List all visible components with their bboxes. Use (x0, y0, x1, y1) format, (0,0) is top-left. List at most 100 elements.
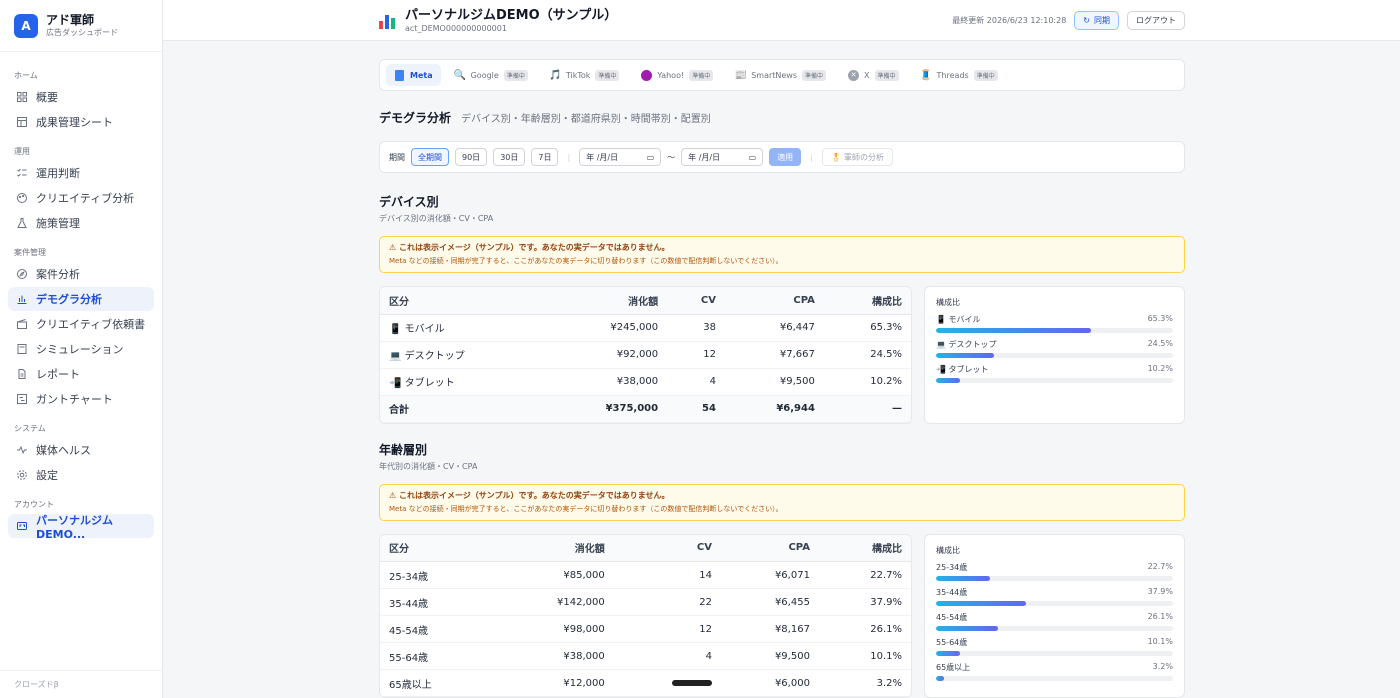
sidebar-item-label: 媒体ヘルス (36, 444, 91, 457)
table-cell: 📱 モバイル (380, 314, 544, 342)
table-cell: 10.2% (823, 368, 911, 396)
media-tab[interactable]: 🎵 TikTok 準備中 (542, 64, 628, 86)
sidebar-item[interactable]: ガントチャート (8, 387, 154, 411)
period-preset-button[interactable]: 30日 (493, 148, 526, 166)
composition-row: 35-44歳 37.9% (936, 587, 1173, 598)
brand[interactable]: A アド軍師 広告ダッシュボード (0, 0, 162, 52)
media-tab[interactable]: Yahoo! 準備中 (633, 64, 721, 86)
composition-row: 45-54歳 26.1% (936, 612, 1173, 623)
composition-bar-fill (936, 650, 960, 656)
column-header[interactable]: 消化額 (492, 534, 614, 562)
composition-bar-fill (936, 378, 961, 383)
pulse-icon (16, 444, 28, 456)
composition-item: 35-44歳 37.9% (936, 587, 1173, 606)
medal-icon: 🎖 (830, 152, 842, 162)
table-cell: 12 (667, 341, 725, 369)
sidebar-item[interactable]: 概要 (8, 85, 154, 109)
apply-button[interactable]: 適用 (769, 148, 802, 166)
column-header[interactable]: 構成比 (818, 534, 911, 562)
table-cell: 65歳以上 (380, 669, 493, 697)
brand-logo: A (14, 13, 38, 38)
table-total-row: 合計 ¥375,000 54 ¥6,944— (380, 395, 911, 423)
status-badge: 準備中 (503, 69, 528, 81)
sidebar-item[interactable]: 案件分析 (8, 262, 154, 286)
composition-bar-fill (936, 625, 998, 631)
bar-chart-icon (16, 293, 28, 305)
period-preset-button[interactable]: 全期間 (411, 148, 449, 166)
flask-icon (16, 217, 28, 229)
column-header[interactable]: CV (667, 287, 725, 315)
composition-title: 構成比 (936, 545, 960, 555)
sync-button[interactable]: ↻ 同期 (1074, 10, 1119, 30)
composition-row: 💻 デスクトップ 24.5% (936, 339, 1173, 350)
composition-bar-track (936, 625, 1173, 631)
column-header[interactable]: 構成比 (823, 287, 911, 315)
sidebar-item[interactable]: 施策管理 (8, 211, 154, 235)
period-preset-button[interactable]: 7日 (531, 148, 559, 166)
sidebar-item[interactable]: クリエイティブ依頼書 (8, 312, 154, 336)
table-cell: ¥245,000 (543, 314, 668, 342)
media-tab[interactable]: 📰 SmartNews 準備中 (727, 64, 834, 86)
composition-item: 📱 モバイル 65.3% (936, 314, 1173, 333)
sidebar-item[interactable]: レポート (8, 362, 154, 386)
composition-bar-track (936, 575, 1173, 581)
composition-bar-track (936, 650, 1173, 656)
column-header[interactable]: 区分 (380, 534, 493, 562)
file-icon (16, 368, 28, 380)
column-header[interactable]: 区分 (380, 287, 544, 315)
media-tab[interactable]: Meta (386, 64, 441, 86)
table-cell: 12 (613, 615, 721, 643)
composition-label: 💻 デスクトップ (936, 340, 997, 349)
brand-text: アド軍師 広告ダッシュボード (46, 13, 118, 38)
date-to-input[interactable]: 年 /月/日 ▭ (681, 148, 764, 166)
composition-row: 📲 タブレット 10.2% (936, 364, 1173, 375)
table-cell: 24.5% (823, 341, 911, 369)
status-badge: 準備中 (874, 69, 899, 81)
table-cell: 22 (613, 588, 721, 616)
sidebar-item[interactable]: 設定 (8, 463, 154, 487)
sidebar-item[interactable]: 運用判断 (8, 161, 154, 185)
tilde: 〜 (667, 152, 676, 162)
column-header[interactable]: CPA (720, 534, 819, 562)
sidebar-item[interactable]: パーソナルジムDEMO... (8, 514, 154, 541)
media-tab[interactable]: 🔍 Google 準備中 (447, 64, 536, 86)
table-cell: ¥6,944 (724, 395, 824, 423)
sidebar-item-label: 設定 (36, 469, 58, 482)
sidebar-item-label: クリエイティブ依頼書 (36, 318, 146, 331)
composition-item: 55-64歳 10.1% (936, 637, 1173, 656)
table-cell: ¥92,000 (543, 341, 668, 369)
sidebar: A アド軍師 広告ダッシュボード ホーム 概要 成果管理シート 運用 運用判断 クリエイテ… (0, 0, 163, 698)
device-section: デバイス別 デバイス別の消化額・CV・CPA ⚠ これは表示イメージ（サンプル）… (379, 193, 1185, 424)
column-header[interactable]: CPA (724, 287, 824, 315)
sidebar-item[interactable]: シミュレーション (8, 337, 154, 361)
table-cell: ¥6,000 (720, 669, 819, 697)
column-header[interactable]: 消化額 (543, 287, 668, 315)
table-cell: ¥142,000 (492, 588, 614, 616)
content: Meta 🔍 Google 準備中 🎵 TikTok 準備中 Yahoo! 準備中 📰 SmartN… (163, 41, 1400, 698)
status-badge: 準備中 (689, 69, 714, 81)
sidebar-item[interactable]: クリエイティブ分析 (8, 186, 154, 210)
column-header[interactable]: CV (613, 534, 721, 562)
age-sub: 年代別の消化額・CV・CPA (379, 461, 478, 471)
analyze-button[interactable]: 🎖 軍師の分析 (821, 148, 894, 166)
app-root: A アド軍師 広告ダッシュボード ホーム 概要 成果管理シート 運用 運用判断 クリエイテ… (0, 0, 1400, 698)
composition-bar-track (936, 353, 1173, 358)
sidebar-item[interactable]: 媒体ヘルス (8, 438, 154, 462)
period-preset-button[interactable]: 90日 (455, 148, 488, 166)
sidebar-item[interactable]: 成果管理シート (8, 110, 154, 134)
table-cell: ¥9,500 (720, 642, 819, 670)
status-badge: 準備中 (595, 69, 620, 81)
sidebar-item-label: 運用判断 (36, 167, 80, 180)
table-cell: 35-44歳 (380, 588, 493, 616)
table-cell: ¥6,455 (720, 588, 819, 616)
composition-row: 📱 モバイル 65.3% (936, 314, 1173, 325)
composition-bar-fill (936, 353, 995, 358)
logout-button[interactable]: ログアウト (1127, 10, 1185, 30)
media-tab[interactable]: ✕ X 準備中 (840, 64, 907, 86)
date-from-input[interactable]: 年 /月/日 ▭ (579, 148, 662, 166)
sidebar-item[interactable]: デモグラ分析 (8, 287, 154, 311)
media-tab[interactable]: 🧵 Threads 準備中 (913, 64, 1006, 86)
sidebar-item-label: シミュレーション (36, 343, 124, 356)
composition-row: 25-34歳 22.7% (936, 562, 1173, 573)
page-title: デモグラ分析 (379, 111, 452, 125)
